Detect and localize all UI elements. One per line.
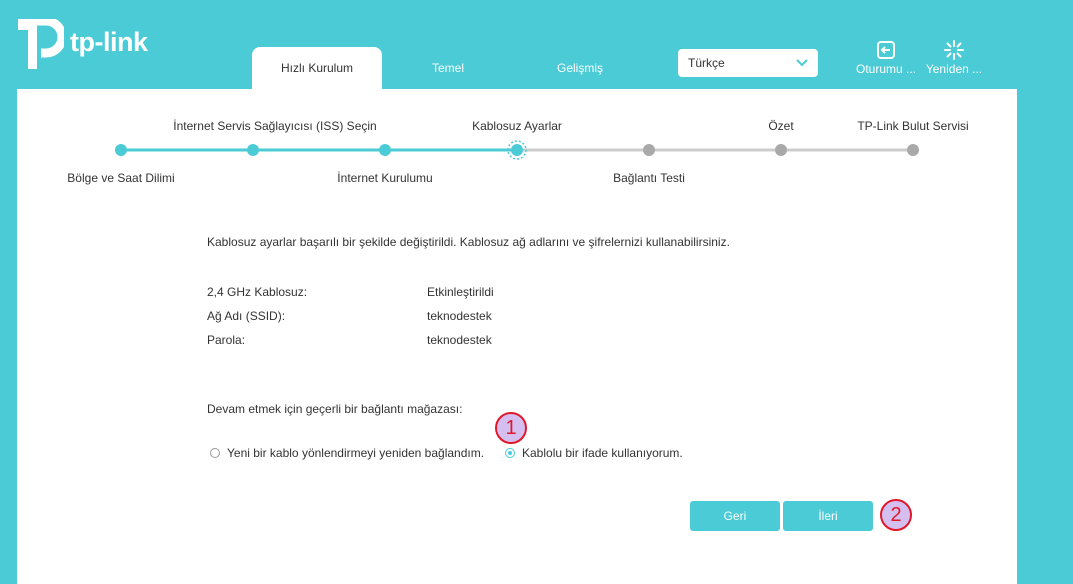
- step-label-wireless: Kablosuz Ayarlar: [472, 119, 562, 133]
- step-dot: [247, 144, 259, 156]
- info-label: 2,4 GHz Kablosuz:: [207, 285, 308, 299]
- step-dot: [511, 144, 523, 156]
- info-value: teknodestek: [427, 309, 492, 323]
- logout-icon: [877, 41, 895, 59]
- annotation-callout-1: 1: [495, 412, 527, 444]
- next-button[interactable]: İleri: [783, 501, 873, 531]
- info-label: Parola:: [207, 333, 246, 347]
- radio-circle[interactable]: [505, 448, 515, 458]
- tab-label: Hızlı Kurulum: [280, 61, 354, 75]
- step-label-region-time: Bölge ve Saat Dilimi: [67, 171, 175, 185]
- step-label-connection-test: Bağlantı Testi: [613, 171, 685, 185]
- logout-label: Oturumu ...: [855, 62, 917, 76]
- info-value: Etkinleştirildi: [427, 285, 494, 299]
- setup-progress: Bölge ve Saat Dilimi İnternet Servis Sağ…: [17, 89, 1017, 199]
- step-dot: [379, 144, 391, 156]
- brand-name: tp-link: [70, 26, 148, 57]
- step-dot: [115, 144, 127, 156]
- step-label-summary: Özet: [768, 119, 794, 133]
- continue-prompt: Devam etmek için geçerli bir bağlantı ma…: [207, 402, 463, 416]
- step-dot: [907, 144, 919, 156]
- annotation-callout-2: 2: [880, 499, 912, 531]
- tp-link-logo: tp-link: [16, 19, 148, 71]
- main-panel: Bölge ve Saat Dilimi İnternet Servis Sağ…: [17, 89, 1017, 584]
- radio-reconnected-wireless[interactable]: Yeni bir kablo yönlendirmeyi yeniden bağ…: [210, 446, 484, 460]
- step-label-internet: İnternet Kurulumu: [337, 171, 433, 185]
- step-label-isp: İnternet Servis Sağlayıcısı (ISS) Seçin: [173, 119, 377, 133]
- radio-label: Kablolu bir ifade kullanıyorum.: [522, 446, 683, 460]
- reboot-label: Yeniden ...: [925, 62, 983, 76]
- tab-label: Temel: [431, 61, 464, 75]
- step-label-cloud: TP-Link Bulut Servisi: [857, 119, 969, 133]
- tab-advanced[interactable]: Gelişmiş: [530, 47, 630, 89]
- radio-using-wired[interactable]: Kablolu bir ifade kullanıyorum.: [505, 446, 683, 460]
- tab-basic[interactable]: Temel: [398, 47, 498, 89]
- success-message: Kablosuz ayarlar başarılı bir şekilde de…: [207, 235, 730, 249]
- step-dot: [643, 144, 655, 156]
- chevron-down-icon: [796, 59, 808, 67]
- back-button[interactable]: Geri: [690, 501, 780, 531]
- reboot-button[interactable]: Yeniden ...: [923, 40, 985, 76]
- tab-quick-setup[interactable]: Hızlı Kurulum: [252, 47, 382, 89]
- reboot-icon: [944, 40, 964, 60]
- step-dot: [775, 144, 787, 156]
- radio-circle[interactable]: [210, 448, 220, 458]
- tp-link-logo-icon: [18, 19, 64, 69]
- language-select[interactable]: Türkçe: [678, 49, 818, 77]
- radio-label: Yeni bir kablo yönlendirmeyi yeniden bağ…: [227, 446, 485, 460]
- info-label: Ağ Adı (SSID):: [207, 309, 286, 323]
- logout-button[interactable]: Oturumu ...: [855, 40, 917, 76]
- info-value: teknodestek: [427, 333, 492, 347]
- tab-label: Gelişmiş: [556, 61, 603, 75]
- language-selected-value: Türkçe: [688, 56, 725, 70]
